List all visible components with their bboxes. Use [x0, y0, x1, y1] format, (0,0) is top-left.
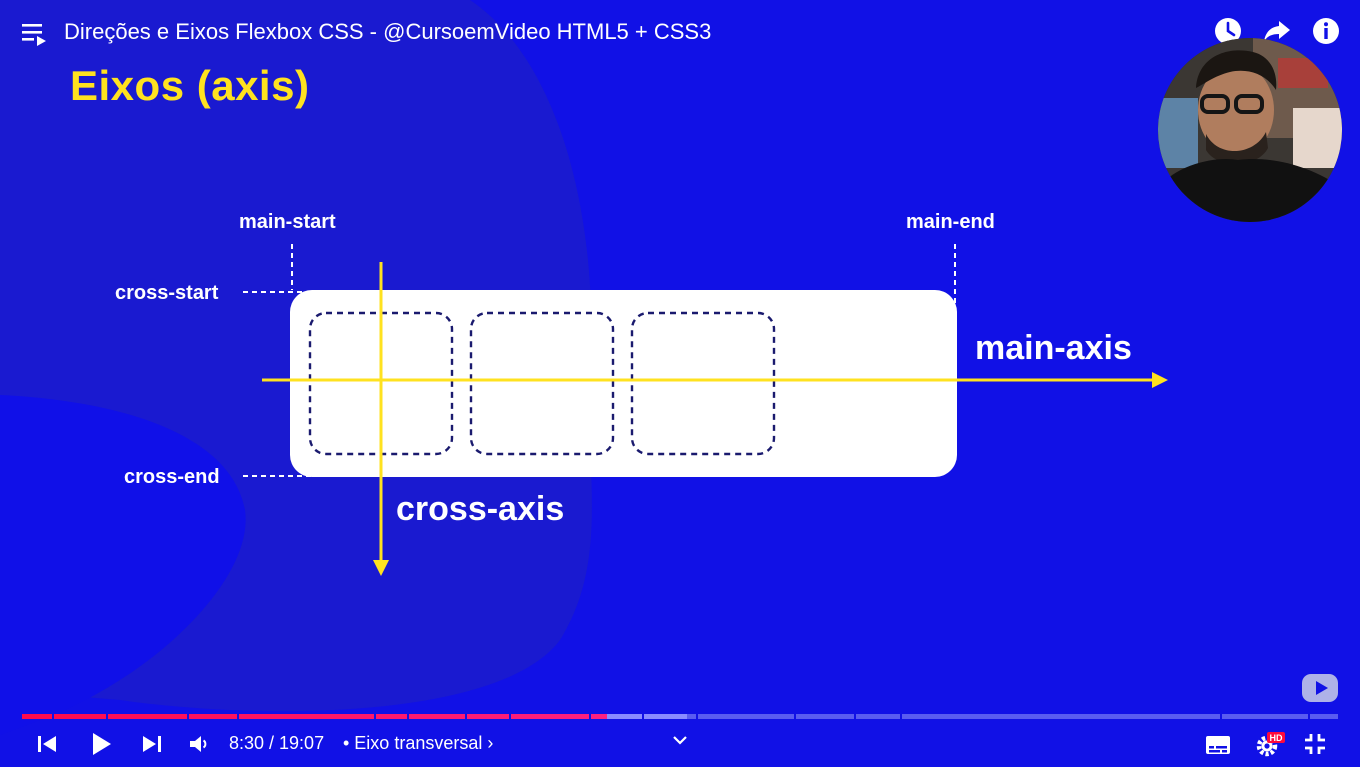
chapter-marker	[407, 714, 409, 719]
main-axis-label: main-axis	[975, 329, 1132, 367]
chapter-marker	[642, 714, 644, 719]
chapter-marker	[696, 714, 698, 719]
exit-fullscreen-icon[interactable]	[1304, 733, 1326, 755]
chapter-title[interactable]: • Eixo transversal ›	[343, 733, 493, 754]
video-frame[interactable]: Direções e Eixos Flexbox CSS - @CursoemV…	[0, 0, 1360, 767]
chapter-marker	[465, 714, 467, 719]
chapter-marker	[106, 714, 108, 719]
next-icon[interactable]	[141, 734, 163, 754]
subtitles-icon[interactable]	[1205, 734, 1231, 756]
chapter-marker	[1308, 714, 1310, 719]
cross-start-label: cross-start	[115, 282, 219, 304]
chapter-marker	[374, 714, 376, 719]
progress-bar[interactable]	[22, 714, 1338, 719]
chapter-marker	[52, 714, 54, 719]
chapter-marker	[854, 714, 856, 719]
cross-end-label: cross-end	[124, 466, 220, 488]
chapter-marker	[1220, 714, 1222, 719]
time-display: 8:30 / 19:07	[229, 733, 325, 753]
previous-icon[interactable]	[36, 734, 58, 754]
flexbox-axis-diagram	[243, 244, 1168, 576]
chapter-marker	[589, 714, 591, 719]
hd-badge-text: HD	[1270, 733, 1283, 743]
play-icon[interactable]	[90, 731, 114, 757]
chapter-marker	[187, 714, 189, 719]
chevron-down-icon[interactable]	[672, 734, 688, 746]
gear-icon[interactable]: HD	[1255, 730, 1287, 758]
chapter-marker	[900, 714, 902, 719]
player-controls: HD	[0, 724, 1360, 767]
cross-axis-arrowhead	[373, 560, 389, 576]
progress-played	[22, 714, 607, 719]
chapter-marker	[509, 714, 511, 719]
flex-container	[290, 290, 957, 477]
volume-icon[interactable]	[188, 734, 210, 754]
cross-axis-label: cross-axis	[396, 490, 565, 528]
main-end-label: main-end	[906, 211, 995, 233]
chapter-marker	[794, 714, 796, 719]
main-start-label: main-start	[239, 211, 336, 233]
youtube-watermark-icon[interactable]	[1302, 672, 1340, 704]
main-axis-arrowhead	[1152, 372, 1168, 388]
chapter-marker	[237, 714, 239, 719]
